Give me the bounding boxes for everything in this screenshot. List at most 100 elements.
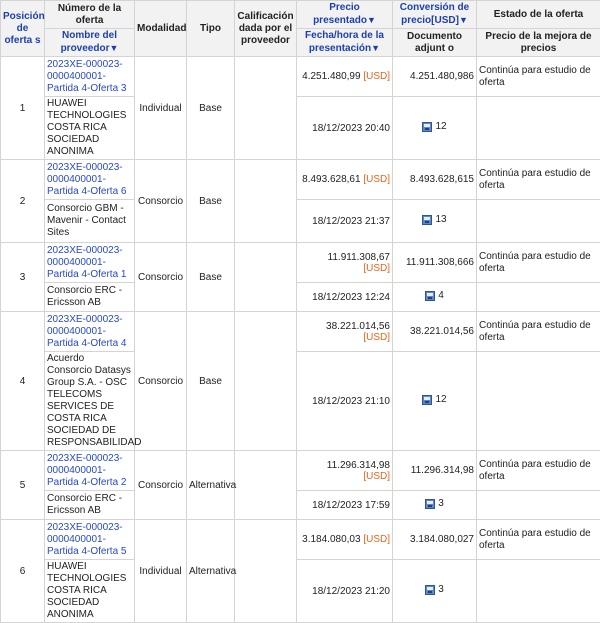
- document-link[interactable]: 3: [425, 498, 444, 509]
- mejora-cell: [477, 283, 600, 312]
- estado-cell: Continúa para estudio de oferta: [477, 160, 600, 200]
- currency-label: [USD]: [363, 71, 390, 82]
- conversion-value: 8.493.628,615: [410, 174, 474, 185]
- header-row-1: Posición de oferta s Número de la oferta…: [1, 1, 600, 29]
- price-value: 11.296.314,98: [327, 460, 390, 471]
- document-link[interactable]: 3: [425, 584, 444, 595]
- fecha-cell: 18/12/2023 12:24: [297, 283, 393, 312]
- currency-label: [USD]: [363, 471, 390, 482]
- estado-value: Continúa para estudio de oferta: [479, 65, 598, 89]
- conversion-cell: 11.911.308,666: [393, 243, 477, 283]
- supplier-name: Consorcio ERC - Ericsson AB: [47, 285, 132, 309]
- document-count: 4: [438, 290, 444, 301]
- price-value: 11.911.308,67: [328, 252, 390, 263]
- col-proveedor-header[interactable]: Nombre del proveedor▼: [45, 29, 135, 57]
- tipo-value: Base: [199, 196, 222, 207]
- supplier-name: Consorcio GBM - Mavenir - Contact Sites: [47, 203, 132, 239]
- tipo-value: Base: [199, 376, 222, 387]
- calificacion-cell: [235, 520, 297, 623]
- modalidad-cell: Consorcio: [135, 312, 187, 451]
- price-cell: 38.221.014,56 [USD]: [297, 312, 393, 352]
- position-cell: 1: [1, 57, 45, 160]
- tipo-cell: Base: [187, 312, 235, 451]
- offer-number-link[interactable]: 2023XE-000023-0000400001-Partida 4-Ofert…: [47, 314, 132, 350]
- fecha-cell: 18/12/2023 21:20: [297, 560, 393, 623]
- tipo-header-label: Tipo: [200, 23, 221, 34]
- conversion-value: 4.251.480,986: [410, 71, 474, 82]
- price-cell: 3.184.080,03 [USD]: [297, 520, 393, 560]
- price-cell: 11.296.314,98 [USD]: [297, 451, 393, 491]
- table-row: 32023XE-000023-0000400001-Partida 4-Ofer…: [1, 243, 600, 283]
- conversion-cell: 11.296.314,98: [393, 451, 477, 491]
- estado-cell: Continúa para estudio de oferta: [477, 243, 600, 283]
- offer-number-link[interactable]: 2023XE-000023-0000400001-Partida 4-Ofert…: [47, 162, 132, 198]
- price-cell: 4.251.480,99 [USD]: [297, 57, 393, 97]
- document-count: 12: [435, 121, 446, 132]
- tipo-value: Alternativa: [189, 480, 236, 491]
- sort-down-icon: ▼: [109, 43, 118, 53]
- tipo-cell: Base: [187, 243, 235, 312]
- mejora-cell: [477, 200, 600, 243]
- table-row-detail: HUAWEI TECHNOLOGIES COSTA RICA SOCIEDAD …: [1, 560, 600, 623]
- offer-number-cell: 2023XE-000023-0000400001-Partida 4-Ofert…: [45, 57, 135, 97]
- col-documento-header: Documento adjunt o: [393, 29, 477, 57]
- fecha-cell: 18/12/2023 21:10: [297, 352, 393, 451]
- offer-number-cell: 2023XE-000023-0000400001-Partida 4-Ofert…: [45, 160, 135, 200]
- tipo-cell: Alternativa: [187, 451, 235, 520]
- position-value: 4: [20, 376, 26, 387]
- modalidad-header-label: Modalidad: [137, 23, 186, 34]
- offer-number-link[interactable]: 2023XE-000023-0000400001-Partida 4-Ofert…: [47, 245, 132, 281]
- price-value: 38.221.014,56: [326, 321, 390, 332]
- document-cell: 4: [393, 283, 477, 312]
- calificacion-cell: [235, 160, 297, 243]
- fecha-value: 18/12/2023 21:37: [312, 216, 390, 227]
- calificacion-cell: [235, 57, 297, 160]
- document-link[interactable]: 12: [422, 394, 446, 405]
- position-value: 2: [20, 196, 26, 207]
- fecha-value: 18/12/2023 12:24: [312, 292, 390, 303]
- floppy-disk-icon: [422, 215, 432, 225]
- document-link[interactable]: 4: [425, 290, 444, 301]
- tipo-value: Base: [199, 272, 222, 283]
- document-cell: 12: [393, 352, 477, 451]
- document-count: 12: [435, 394, 446, 405]
- supplier-cell: Consorcio ERC - Ericsson AB: [45, 491, 135, 520]
- conversion-value: 3.184.080,027: [410, 534, 474, 545]
- tipo-cell: Base: [187, 160, 235, 243]
- col-posicion-header[interactable]: Posición de oferta s: [1, 1, 45, 57]
- estado-value: Continúa para estudio de oferta: [479, 320, 598, 344]
- col-estado-header: Estado de la oferta: [477, 1, 600, 29]
- sort-down-icon: ▼: [459, 15, 468, 25]
- offer-number-link[interactable]: 2023XE-000023-0000400001-Partida 4-Ofert…: [47, 59, 132, 95]
- modalidad-value: Individual: [139, 566, 181, 577]
- offer-number-link[interactable]: 2023XE-000023-0000400001-Partida 4-Ofert…: [47, 453, 132, 489]
- fecha-cell: 18/12/2023 20:40: [297, 97, 393, 160]
- calificacion-cell: [235, 243, 297, 312]
- col-conversion-header[interactable]: Conversión de precio[USD]▼: [393, 1, 477, 29]
- conversion-cell: 8.493.628,615: [393, 160, 477, 200]
- floppy-disk-icon: [425, 499, 435, 509]
- currency-label: [USD]: [363, 332, 390, 343]
- mejora-cell: [477, 560, 600, 623]
- floppy-disk-icon: [425, 291, 435, 301]
- estado-cell: Continúa para estudio de oferta: [477, 312, 600, 352]
- price-cell: 8.493.628,61 [USD]: [297, 160, 393, 200]
- document-count: 3: [438, 584, 444, 595]
- offer-number-link[interactable]: 2023XE-000023-0000400001-Partida 4-Ofert…: [47, 522, 132, 558]
- modalidad-cell: Consorcio: [135, 243, 187, 312]
- estado-header-label: Estado de la oferta: [494, 9, 583, 20]
- modalidad-cell: Individual: [135, 520, 187, 623]
- fecha-cell: 18/12/2023 21:37: [297, 200, 393, 243]
- sort-down-icon: ▼: [371, 43, 380, 53]
- col-precio-header[interactable]: Precio presentado▼: [297, 1, 393, 29]
- document-link[interactable]: 13: [422, 214, 446, 225]
- document-link[interactable]: 12: [422, 121, 446, 132]
- col-fecha-header[interactable]: Fecha/hora de la presentación▼: [297, 29, 393, 57]
- mejora-header-label: Precio de la mejora de precios: [485, 31, 591, 54]
- offer-number-cell: 2023XE-000023-0000400001-Partida 4-Ofert…: [45, 243, 135, 283]
- document-cell: 13: [393, 200, 477, 243]
- supplier-name: HUAWEI TECHNOLOGIES COSTA RICA SOCIEDAD …: [47, 98, 132, 158]
- fecha-value: 18/12/2023 20:40: [312, 123, 390, 134]
- supplier-cell: Acuerdo Consorcio Datasys Group S.A. - O…: [45, 352, 135, 451]
- table-row-detail: HUAWEI TECHNOLOGIES COSTA RICA SOCIEDAD …: [1, 97, 600, 160]
